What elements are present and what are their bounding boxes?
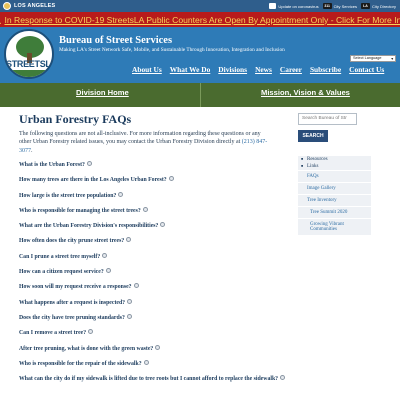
faq-item[interactable]: Can I prune a street tree myself?: [19, 252, 289, 269]
site-title[interactable]: Bureau of Street Services: [59, 35, 172, 46]
311-icon: 311: [322, 3, 332, 9]
covid-alert-link[interactable]: In Response to COVID-19 StreetsLA Public…: [4, 15, 400, 25]
expand-icon[interactable]: [143, 359, 149, 365]
faq-item[interactable]: What is the Urban Forest?: [19, 161, 289, 177]
divider: [200, 83, 201, 107]
faq-item[interactable]: What happens after a request is inspecte…: [19, 298, 289, 315]
nav-career[interactable]: Career: [276, 65, 306, 74]
expand-icon[interactable]: [133, 283, 139, 289]
covid-alert-banner: In Response to COVID-19 StreetsLA Public…: [0, 12, 400, 27]
main-content: Urban Forestry FAQs The following questi…: [19, 112, 274, 155]
mission-vision-values-link[interactable]: Mission, Vision & Values: [261, 88, 350, 97]
city-services-link[interactable]: 311 City Services: [322, 3, 357, 9]
warning-icon: [0, 15, 2, 24]
nav-subscribe[interactable]: Subscribe: [306, 65, 345, 74]
city-seal-icon[interactable]: [3, 2, 11, 10]
logo-text: STREETSLA: [6, 59, 54, 69]
site-header: STREETSLA Bureau of Street Services Maki…: [0, 27, 400, 83]
sidebar-menu: Resources Links FAQs Image Gallery Tree …: [298, 156, 371, 236]
expand-icon[interactable]: [142, 206, 148, 212]
faq-item[interactable]: How many trees are there in the Los Ange…: [19, 176, 289, 192]
faq-list: What is the Urban Forest? How many trees…: [19, 161, 289, 396]
sidebar-item-image-gallery[interactable]: Image Gallery: [298, 183, 371, 195]
expand-icon[interactable]: [102, 252, 108, 258]
expand-icon[interactable]: [160, 222, 166, 228]
streetsla-logo[interactable]: STREETSLA: [4, 29, 54, 79]
expand-icon[interactable]: [126, 313, 132, 319]
nav-news[interactable]: News: [251, 65, 276, 74]
page-title: Urban Forestry FAQs: [19, 112, 132, 126]
search-input[interactable]: Search Bureau of Str: [298, 113, 357, 125]
city-label[interactable]: LOS ANGELES: [14, 3, 55, 9]
expand-icon[interactable]: [88, 329, 94, 335]
expand-icon[interactable]: [86, 161, 92, 166]
faq-item[interactable]: How can a citizen request service?: [19, 268, 289, 284]
chevron-down-icon: ▼: [390, 57, 394, 61]
faq-item[interactable]: Does the city have tree pruning standard…: [19, 313, 289, 330]
main-nav: About Us What We Do Divisions News Caree…: [128, 65, 388, 74]
expand-icon[interactable]: [105, 268, 111, 274]
faq-item[interactable]: Who is responsible for managing the stre…: [19, 206, 289, 223]
expand-icon[interactable]: [280, 375, 286, 381]
directory-icon: LA: [360, 3, 370, 9]
nav-about-us[interactable]: About Us: [128, 65, 166, 74]
sidebar-item-tree-inventory[interactable]: Tree Inventory: [298, 195, 371, 207]
faq-item[interactable]: How soon will my request receive a respo…: [19, 283, 289, 299]
nav-what-we-do[interactable]: What We Do: [166, 65, 215, 74]
faq-item[interactable]: What are the Urban Forestry Division's r…: [19, 222, 289, 238]
language-select[interactable]: Select Language ▼: [350, 55, 396, 62]
expand-icon[interactable]: [126, 237, 132, 243]
coronavirus-update-link[interactable]: Update on coronavirus: [269, 3, 319, 9]
faq-item[interactable]: After tree pruning, what is done with th…: [19, 344, 289, 361]
faq-item[interactable]: How large is the street tree population?: [19, 191, 289, 208]
faq-item[interactable]: Who is responsible for the repair of the…: [19, 359, 289, 376]
faq-item[interactable]: Can I remove a street tree?: [19, 329, 289, 345]
faq-item[interactable]: How often does the city prune street tre…: [19, 237, 289, 253]
expand-icon[interactable]: [118, 191, 124, 197]
faq-item[interactable]: What can the city do if my sidewalk is l…: [19, 375, 289, 396]
alert-icon: [269, 3, 277, 9]
nav-contact-us[interactable]: Contact Us: [345, 65, 388, 74]
expand-icon[interactable]: [155, 344, 161, 350]
site-tagline: Making LA's Street Network Safe, Mobile,…: [59, 47, 285, 53]
intro-paragraph: The following questions are not all-incl…: [19, 131, 268, 154]
expand-icon[interactable]: [168, 176, 174, 182]
sidebar-item-resources[interactable]: Resources: [298, 156, 371, 163]
sidebar-item-tree-summit[interactable]: Tree Summit 2020: [298, 207, 371, 219]
utility-links: Update on coronavirus 311 City Services …: [269, 3, 396, 9]
nav-divisions[interactable]: Divisions: [214, 65, 251, 74]
division-home-link[interactable]: Division Home: [76, 88, 129, 97]
city-directory-link[interactable]: LA City Directory: [360, 3, 396, 9]
division-subnav: Division Home Mission, Vision & Values: [0, 83, 400, 107]
sidebar-item-growing-vibrant[interactable]: Growing Vibrant Communities: [298, 219, 371, 236]
sidebar-item-faqs[interactable]: FAQs: [298, 170, 371, 183]
sidebar-item-links[interactable]: Links: [298, 163, 371, 170]
search-button[interactable]: SEARCH: [298, 130, 328, 142]
top-utility-bar: LOS ANGELES Update on coronavirus 311 Ci…: [0, 0, 400, 12]
expand-icon[interactable]: [127, 298, 133, 304]
